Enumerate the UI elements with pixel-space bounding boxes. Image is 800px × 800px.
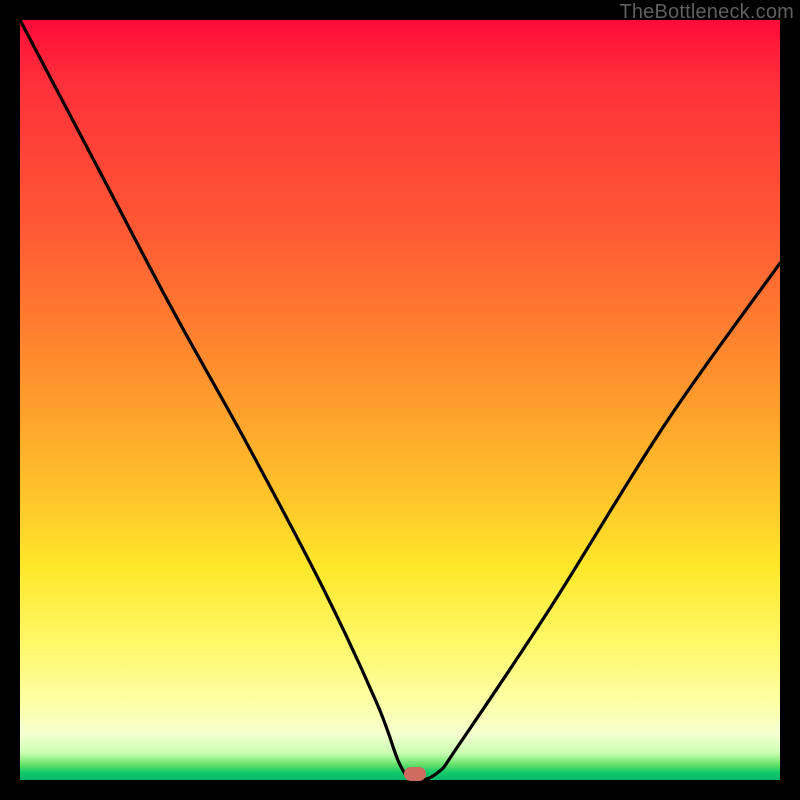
chart-frame: TheBottleneck.com (0, 0, 800, 800)
curve-svg (20, 20, 780, 780)
min-marker (404, 767, 426, 781)
bottleneck-curve-path (20, 20, 780, 780)
plot-area (20, 20, 780, 780)
